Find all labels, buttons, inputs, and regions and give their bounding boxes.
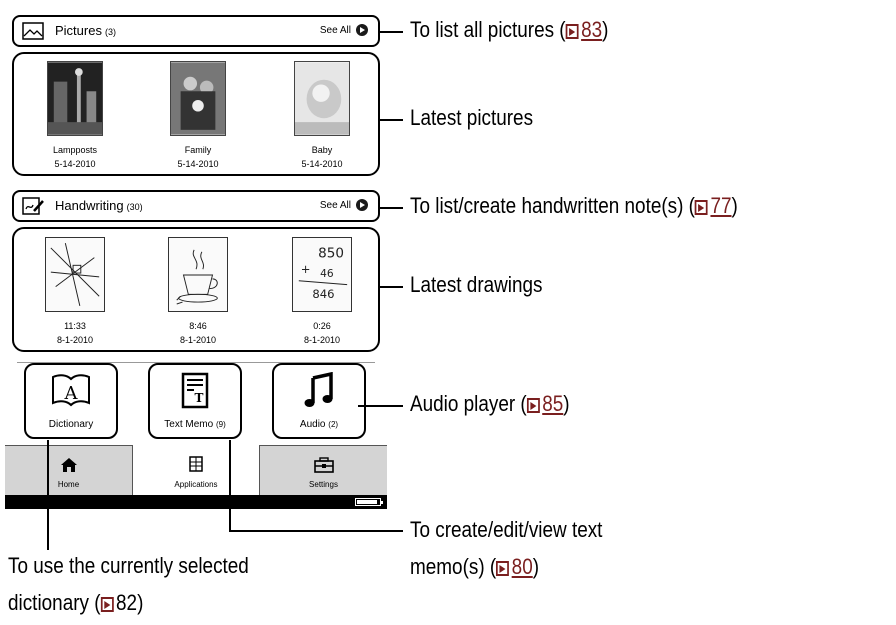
drawing-item[interactable]: 8:46 8-1-2010 bbox=[153, 237, 243, 347]
latest-drawings-panel: 11:33 8-1-2010 8:46 8-1-2010 850 + 46 84… bbox=[12, 227, 380, 352]
page-link[interactable]: 83 bbox=[581, 17, 602, 42]
drawing-date: 8-1-2010 bbox=[56, 335, 94, 345]
pictures-title: Pictures (3) bbox=[55, 23, 116, 38]
page-reference-icon bbox=[565, 24, 579, 39]
drawing-date: 8-1-2010 bbox=[179, 335, 217, 345]
tab-bar: Home Applications Settings bbox=[5, 445, 387, 495]
svg-text:46: 46 bbox=[320, 267, 334, 280]
tab-settings[interactable]: Settings bbox=[260, 445, 387, 495]
leader-line bbox=[229, 440, 231, 531]
device-screen: Pictures(3) See All Lampposts 5-14-2010 bbox=[5, 5, 387, 509]
text-memo-button[interactable]: T Text Memo (9) bbox=[148, 363, 242, 439]
baby-thumbnail bbox=[294, 61, 350, 136]
leader-line bbox=[358, 405, 403, 407]
page-link[interactable]: 77 bbox=[710, 193, 731, 218]
picture-icon bbox=[22, 22, 44, 40]
handwriting-see-all-button[interactable]: See All bbox=[320, 199, 368, 211]
page-reference-icon bbox=[694, 200, 708, 215]
tab-applications-label: Applications bbox=[174, 480, 218, 489]
callout-dictionary-line2: dictionary (82) bbox=[8, 590, 144, 615]
page-number: 82 bbox=[116, 590, 138, 615]
audio-button[interactable]: Audio (2) bbox=[272, 363, 366, 439]
audio-label: Audio (2) bbox=[299, 419, 339, 430]
toolbox-icon bbox=[313, 457, 334, 473]
svg-text:846: 846 bbox=[312, 287, 334, 301]
dictionary-button[interactable]: A Dictionary bbox=[24, 363, 118, 439]
audio-count: (2) bbox=[328, 420, 339, 429]
battery-icon bbox=[355, 498, 383, 506]
drawing-time: 11:33 bbox=[64, 321, 86, 331]
see-all-label: See All bbox=[319, 199, 351, 211]
latest-pictures-panel: Lampposts 5-14-2010 Family 5-14-2010 Bab… bbox=[12, 52, 380, 176]
picture-name: Lampposts bbox=[52, 145, 98, 155]
tab-home-label: Home bbox=[57, 480, 80, 489]
leader-line bbox=[47, 440, 49, 550]
page-reference-icon bbox=[100, 597, 114, 612]
svg-text:T: T bbox=[195, 391, 204, 405]
drawing-item[interactable]: 850 + 46 846 0:26 8-1-2010 bbox=[277, 237, 367, 347]
math-drawing-thumbnail: 850 + 46 846 bbox=[292, 237, 352, 312]
handwriting-title: Handwriting (30) bbox=[55, 198, 143, 213]
see-all-label: See All bbox=[319, 24, 351, 36]
svg-text:+: + bbox=[301, 262, 311, 276]
leader-line bbox=[229, 530, 403, 532]
drawing-time: 8:46 bbox=[189, 321, 207, 331]
picture-item[interactable]: Lampposts 5-14-2010 bbox=[30, 61, 120, 171]
lampposts-thumbnail bbox=[47, 61, 103, 136]
map-drawing-thumbnail bbox=[45, 237, 105, 312]
battery-fill bbox=[357, 500, 377, 504]
leader-line bbox=[380, 207, 403, 209]
callout-memo-line2: memo(s) (80) bbox=[410, 554, 540, 579]
status-bar bbox=[5, 495, 387, 509]
dictionary-label: Dictionary bbox=[48, 419, 94, 430]
page-reference-icon bbox=[526, 398, 540, 413]
text-memo-label: Text Memo (9) bbox=[164, 419, 226, 430]
applications-icon bbox=[189, 456, 203, 472]
leader-line bbox=[380, 119, 403, 121]
page-link[interactable]: 85 bbox=[542, 391, 563, 416]
svg-text:A: A bbox=[64, 383, 79, 404]
leader-line bbox=[380, 31, 403, 33]
pictures-count: (3) bbox=[104, 27, 116, 37]
picture-item[interactable]: Family 5-14-2010 bbox=[153, 61, 243, 171]
text-memo-count: (9) bbox=[215, 420, 226, 429]
tab-home[interactable]: Home bbox=[5, 445, 132, 495]
callout-list-pictures: To list all pictures (83) bbox=[410, 17, 609, 42]
family-thumbnail bbox=[170, 61, 226, 136]
book-a-icon: A bbox=[52, 374, 90, 407]
handwriting-icon bbox=[22, 197, 44, 215]
picture-date: 5-14-2010 bbox=[54, 159, 96, 169]
picture-date: 5-14-2010 bbox=[301, 159, 343, 169]
drawing-time: 0:26 bbox=[313, 321, 331, 331]
page-link[interactable]: 80 bbox=[512, 554, 533, 579]
callout-latest-drawings: Latest drawings bbox=[410, 272, 543, 297]
callout-memo-line1: To create/edit/view text bbox=[410, 517, 603, 542]
page-reference-icon bbox=[496, 561, 510, 576]
picture-date: 5-14-2010 bbox=[177, 159, 219, 169]
music-note-icon bbox=[304, 372, 333, 407]
pictures-see-all-button[interactable]: See All bbox=[320, 24, 368, 36]
picture-item[interactable]: Baby 5-14-2010 bbox=[277, 61, 367, 171]
handwriting-header[interactable]: Handwriting (30) See All bbox=[12, 190, 380, 222]
tab-applications[interactable]: Applications bbox=[132, 445, 260, 495]
text-memo-icon: T bbox=[181, 372, 209, 409]
coffee-cup-drawing-thumbnail bbox=[168, 237, 228, 312]
callout-latest-pictures: Latest pictures bbox=[410, 105, 534, 130]
leader-line bbox=[380, 286, 403, 288]
tab-settings-label: Settings bbox=[309, 480, 338, 489]
picture-name: Baby bbox=[311, 145, 333, 155]
drawing-date: 8-1-2010 bbox=[303, 335, 341, 345]
callout-audio-player: Audio player (85) bbox=[410, 391, 570, 416]
arrow-right-circle-icon bbox=[356, 199, 368, 211]
picture-name: Family bbox=[184, 145, 212, 155]
drawing-text: 850 bbox=[318, 246, 344, 262]
home-icon bbox=[60, 458, 77, 472]
handwriting-count: (30) bbox=[126, 202, 143, 212]
pictures-header[interactable]: Pictures (3) See All bbox=[12, 15, 380, 47]
callout-handwritten: To list/create handwritten note(s) (77) bbox=[410, 193, 738, 218]
callout-dictionary-line1: To use the currently selected bbox=[8, 553, 249, 578]
arrow-right-circle-icon bbox=[356, 24, 368, 36]
drawing-item[interactable]: 11:33 8-1-2010 bbox=[30, 237, 120, 347]
